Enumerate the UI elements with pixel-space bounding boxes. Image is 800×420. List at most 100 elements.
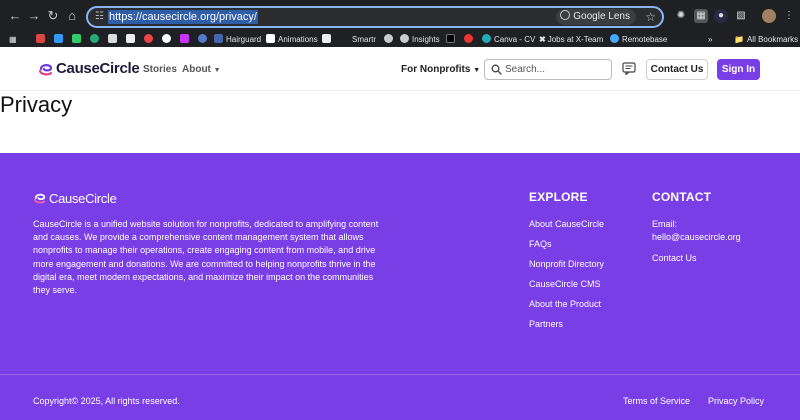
bookmark-favicon bbox=[144, 34, 153, 43]
canva-icon bbox=[482, 34, 491, 43]
bookmark-favicon bbox=[198, 34, 207, 43]
privacy-link[interactable]: Privacy Policy bbox=[708, 395, 764, 407]
contact-us-button[interactable]: Contact Us bbox=[646, 59, 708, 80]
search-icon bbox=[491, 64, 502, 75]
footer-link-partners[interactable]: Partners bbox=[529, 318, 563, 330]
bookmark-favicon bbox=[384, 34, 393, 43]
back-icon[interactable]: ← bbox=[8, 9, 22, 23]
forward-icon[interactable]: → bbox=[27, 9, 41, 23]
bookmark-favicon bbox=[72, 34, 81, 43]
apps-icon[interactable]: ▦ bbox=[9, 33, 17, 47]
all-bookmarks[interactable]: 📁 All Bookmarks bbox=[734, 33, 798, 47]
footer-link-cms[interactable]: CauseCircle CMS bbox=[529, 278, 601, 290]
bookmark-icon-12[interactable] bbox=[446, 33, 458, 47]
bookmark-icon-9[interactable] bbox=[198, 33, 210, 47]
bookmark-icon-4[interactable] bbox=[108, 33, 120, 47]
bookmark-favicon bbox=[464, 34, 473, 43]
bookmark-icon-1[interactable] bbox=[54, 33, 66, 47]
footer-divider bbox=[0, 374, 800, 375]
bookmark-favicon bbox=[90, 34, 99, 43]
extension-icon[interactable]: ▦ bbox=[694, 9, 708, 23]
bookmark-favicon bbox=[162, 34, 171, 43]
footer-description: CauseCircle is a unified website solutio… bbox=[33, 219, 379, 296]
bookmarks-bar: ▦ Hairguard Animations Smartr Insights C… bbox=[0, 33, 800, 47]
footer-contact-link[interactable]: Contact Us bbox=[652, 252, 697, 264]
bookmark-label: All Bookmarks bbox=[746, 35, 799, 44]
bookmark-insights[interactable]: Insights bbox=[400, 33, 440, 47]
lens-icon bbox=[560, 10, 571, 20]
bookmark-icon-8[interactable] bbox=[180, 33, 192, 47]
extension-circle-icon[interactable]: ● bbox=[714, 9, 728, 23]
footer-link-faqs[interactable]: FAQs bbox=[529, 238, 552, 250]
profile-avatar[interactable] bbox=[762, 9, 776, 23]
terms-link[interactable]: Terms of Service bbox=[623, 395, 690, 407]
bookmark-icon-10[interactable] bbox=[322, 33, 334, 47]
extension-gear-icon[interactable]: ✺ bbox=[674, 9, 688, 23]
footer-link-directory[interactable]: Nonprofit Directory bbox=[529, 258, 604, 270]
nav-about[interactable]: About ▼ bbox=[182, 63, 221, 77]
bookmark-favicon bbox=[446, 34, 455, 43]
animations-icon bbox=[266, 34, 275, 43]
chat-icon[interactable] bbox=[622, 62, 636, 75]
sign-in-button[interactable]: Sign In bbox=[717, 59, 760, 80]
bookmark-animations[interactable]: Animations bbox=[266, 33, 318, 47]
nav-nonprofits-label: For Nonprofits bbox=[401, 64, 471, 75]
bookmark-icon-13[interactable] bbox=[464, 33, 476, 47]
nav-about-label: About bbox=[182, 64, 211, 75]
bookmark-star-icon[interactable]: ☆ bbox=[645, 9, 656, 25]
site-info-icon[interactable]: ☷ bbox=[95, 11, 109, 23]
page-title: Privacy bbox=[0, 92, 73, 117]
bookmark-favicon bbox=[180, 34, 189, 43]
contact-heading: CONTACT bbox=[652, 190, 712, 204]
bookmark-label: Jobs at X-Team bbox=[547, 35, 604, 44]
search-box bbox=[484, 59, 612, 80]
bookmark-label: Animations bbox=[278, 35, 318, 44]
chevron-down-icon: ▼ bbox=[213, 67, 221, 74]
bookmark-remotebase[interactable]: Remotebase bbox=[610, 33, 667, 47]
bookmark-xteam[interactable]: ✖ Jobs at X-Team bbox=[539, 33, 603, 47]
bookmark-canva[interactable]: Canva - CV bbox=[482, 33, 535, 47]
address-bar[interactable]: ☷ https://causecircle.org/privacy/ Googl… bbox=[86, 6, 664, 28]
browser-toolbar: ← → ↻ ⌂ ☷ https://causecircle.org/privac… bbox=[0, 0, 800, 33]
bookmark-favicon bbox=[54, 34, 63, 43]
home-icon[interactable]: ⌂ bbox=[65, 9, 79, 23]
bookmark-icon-11[interactable] bbox=[384, 33, 396, 47]
bookmark-gmail[interactable] bbox=[36, 33, 48, 47]
nav-stories[interactable]: Stories bbox=[143, 63, 177, 76]
causecircle-logo-icon bbox=[34, 193, 46, 204]
bookmark-icon-3[interactable] bbox=[90, 33, 102, 47]
bookmark-favicon bbox=[108, 34, 117, 43]
copyright: Copyright© 2025, All rights reserved. bbox=[33, 396, 180, 406]
bookmark-icon-2[interactable] bbox=[72, 33, 84, 47]
explore-heading: EXPLORE bbox=[529, 190, 588, 204]
bookmark-smartr[interactable]: Smartr bbox=[352, 33, 376, 47]
nav-for-nonprofits[interactable]: For Nonprofits ▼ bbox=[401, 63, 480, 77]
bookmark-label: Remotebase bbox=[622, 35, 668, 44]
email-label: Email: bbox=[652, 219, 678, 229]
search-input[interactable] bbox=[505, 62, 605, 77]
footer-link-product[interactable]: About the Product bbox=[529, 298, 601, 310]
menu-kebab-icon[interactable]: ⋮ bbox=[782, 9, 796, 23]
google-lens-button[interactable]: Google Lens bbox=[556, 9, 636, 25]
reload-icon[interactable]: ↻ bbox=[46, 9, 60, 23]
bookmark-label: Smartr bbox=[352, 35, 376, 44]
site-footer: CauseCircle CauseCircle is a unified web… bbox=[0, 153, 800, 420]
chevron-down-icon: ▼ bbox=[473, 67, 481, 74]
bookmark-favicon bbox=[126, 34, 135, 43]
bookmark-icon-5[interactable] bbox=[126, 33, 138, 47]
site-header: CauseCircle Stories About ▼ For Nonprofi… bbox=[0, 47, 800, 91]
folder-icon: 📁 bbox=[734, 35, 744, 44]
bookmark-icon-6[interactable] bbox=[144, 33, 156, 47]
lens-label: Google Lens bbox=[573, 11, 630, 22]
footer-logo-text: CauseCircle bbox=[49, 191, 117, 206]
bookmark-hairguard[interactable]: Hairguard bbox=[214, 33, 261, 47]
bookmarks-overflow-icon[interactable]: » bbox=[708, 33, 712, 47]
footer-link-about[interactable]: About CauseCircle bbox=[529, 218, 604, 230]
url-text[interactable]: https://causecircle.org/privacy/ bbox=[108, 10, 258, 24]
extensions-puzzle-icon[interactable]: ▧ bbox=[734, 9, 748, 23]
email-link[interactable]: hello@causecircle.org bbox=[652, 231, 741, 243]
insights-icon bbox=[400, 34, 409, 43]
bookmark-icon-7[interactable] bbox=[162, 33, 174, 47]
bookmark-label: Hairguard bbox=[226, 35, 262, 44]
gmail-icon bbox=[36, 34, 45, 43]
